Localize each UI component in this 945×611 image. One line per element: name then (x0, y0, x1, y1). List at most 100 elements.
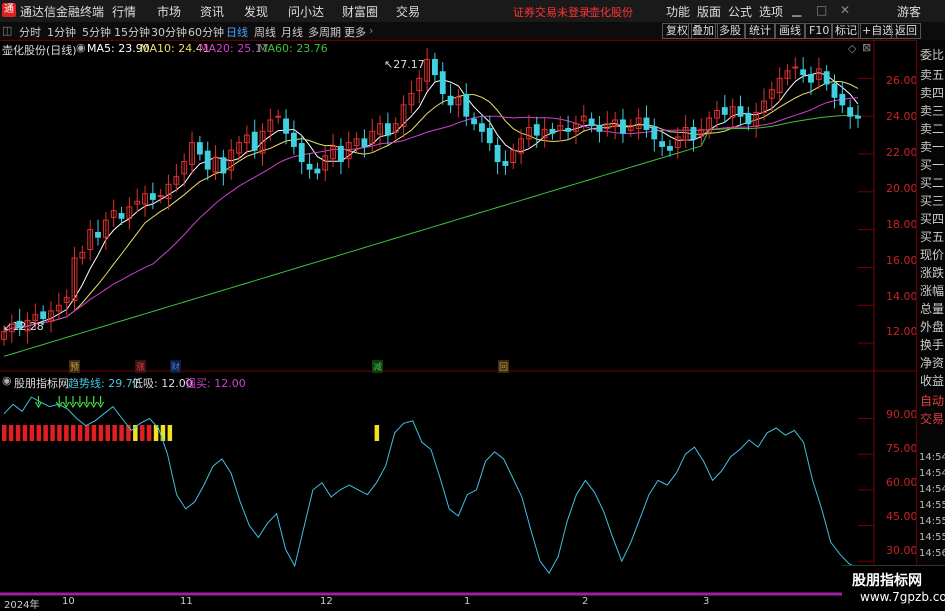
watermark: 股朋指标网 www.7gpzb.com (842, 565, 945, 610)
candle-body (196, 142, 203, 155)
period-weekly[interactable]: 周线 (254, 24, 276, 40)
candle-body (643, 117, 650, 130)
trade-time: 14:54 (919, 452, 945, 463)
candle-body (463, 93, 470, 117)
rp-maiyi: 卖一 (920, 140, 945, 154)
candle-body (471, 118, 478, 125)
price-tick: 18.00 (886, 218, 918, 231)
qiangmai-bar (98, 425, 104, 441)
period-fenshi[interactable]: 分时 (19, 24, 41, 40)
qiangmai-bar (29, 425, 35, 441)
candle-body (478, 123, 485, 132)
rp-maier: 卖二 (920, 122, 945, 136)
indicator-toggle-icon[interactable]: ◉ (2, 374, 12, 387)
rp-shouyi: 收益 (920, 374, 945, 388)
menu-caifuquan[interactable]: 财富圈 (342, 3, 378, 20)
btn-tongji[interactable]: 统计 (745, 23, 775, 39)
ma60-line (3, 114, 859, 357)
app-name: 通达信金融终端 (20, 5, 105, 19)
price-tick: 16.00 (886, 254, 918, 267)
qiangmai-bar (57, 425, 62, 441)
indicator-tick: 30.00 (886, 544, 918, 557)
event-marker[interactable]: 回 (498, 360, 510, 373)
guest-label[interactable]: 游客 (897, 3, 921, 20)
period-60min[interactable]: 60分钟 (188, 24, 224, 40)
candle-body (549, 128, 556, 134)
menu-zixun[interactable]: 资讯 (200, 3, 224, 20)
close-icon[interactable]: ✕ (840, 3, 850, 17)
rp-zongliang: 总量 (920, 302, 945, 316)
trade-time: 14:56 (919, 548, 945, 559)
qiangmai-bar (8, 425, 14, 441)
qiangmai-bar (112, 425, 117, 441)
event-marker[interactable]: 预 (69, 360, 81, 373)
menu-xuanxiang[interactable]: 选项 (759, 3, 783, 20)
period-30min[interactable]: 30分钟 (151, 24, 187, 40)
rp-buer: 买二 (920, 176, 945, 190)
event-marker[interactable]: 涨 (135, 360, 147, 373)
split-icon[interactable]: ◫ (2, 24, 12, 37)
event-marker[interactable]: 财 (170, 360, 182, 373)
qiangmai-bar (146, 425, 152, 441)
qiangmai-bar (160, 425, 166, 441)
menu-faxian[interactable]: 发现 (244, 3, 268, 20)
rp-maisi: 卖四 (920, 86, 945, 100)
btn-fanhui[interactable]: 返回 (891, 23, 921, 39)
period-15min[interactable]: 15分钟 (114, 24, 150, 40)
btn-f10[interactable]: F10 (805, 23, 834, 39)
qiangmai-bar (50, 425, 55, 441)
btn-duogu[interactable]: 多股 (715, 23, 745, 39)
indicator-name: 股朋指标网 (14, 377, 69, 390)
legend-trend: 趋势线: 29.77 (68, 377, 140, 390)
candle-body (737, 106, 744, 117)
qiangmai-bar (119, 425, 124, 441)
candle-body (596, 125, 603, 132)
menu-jiaoyi[interactable]: 交易 (396, 3, 420, 20)
menu-gongneng[interactable]: 功能 (666, 3, 690, 20)
btn-huaxian[interactable]: 画线 (775, 23, 805, 39)
date-tick: 12 (320, 596, 333, 607)
indicator-tick: 90.00 (886, 408, 918, 421)
menu-banmian[interactable]: 版面 (697, 3, 721, 20)
maximize-icon[interactable]: □ (816, 3, 827, 17)
btn-biaoji[interactable]: 标记 (831, 23, 861, 39)
more-chevron-icon[interactable]: › (369, 24, 373, 37)
rp-weibi: 委比 (920, 48, 945, 62)
period-1min[interactable]: 1分钟 (47, 24, 76, 40)
menu-wenxiaoda[interactable]: 问小达 (288, 3, 324, 20)
minimize-icon[interactable]: ▁ (792, 3, 801, 17)
rp-zidong[interactable]: 自动 (920, 392, 944, 409)
kline-chart[interactable] (0, 40, 916, 600)
candle-body (721, 107, 728, 115)
btn-diejia[interactable]: 叠加 (688, 23, 718, 39)
menu-shichang[interactable]: 市场 (157, 3, 181, 20)
period-multi[interactable]: 多周期 (308, 24, 341, 40)
period-daily[interactable]: 日线 (226, 24, 248, 40)
period-monthly[interactable]: 月线 (281, 24, 303, 40)
period-5min[interactable]: 5分钟 (82, 24, 111, 40)
indicator-tick: 45.00 (886, 510, 918, 523)
candle-body (361, 138, 368, 147)
period-more[interactable]: 更多 (344, 24, 366, 40)
price-tick: 20.00 (886, 182, 918, 195)
candle-body (839, 93, 846, 106)
rp-buwu: 买五 (920, 230, 945, 244)
period-toolbar: ◫ 分时 1分钟 5分钟 15分钟 30分钟 60分钟 日线 周线 月线 多周期… (0, 22, 945, 41)
rp-busan: 买三 (920, 194, 945, 208)
candle-body (275, 115, 282, 118)
menu-gongshi[interactable]: 公式 (728, 3, 752, 20)
rp-jiaoyi[interactable]: 交易 (920, 410, 944, 427)
qiangmai-bar (36, 425, 41, 441)
legend-dixi: 低吸: 12.00 (132, 377, 193, 390)
login-warning[interactable]: 证券交易未登录 (513, 4, 590, 20)
rp-waipan: 外盘 (920, 320, 945, 334)
candle-body (855, 115, 861, 119)
date-tick: 2 (582, 596, 589, 607)
qiangmai-bar (91, 425, 97, 441)
event-marker[interactable]: 减 (372, 360, 384, 373)
price-tick: 12.00 (886, 325, 918, 338)
indicator-tick: 75.00 (886, 442, 918, 455)
menu-hangqing[interactable]: 行情 (112, 3, 136, 20)
app-logo-icon: 通 (2, 3, 16, 17)
candle-body (565, 127, 572, 132)
